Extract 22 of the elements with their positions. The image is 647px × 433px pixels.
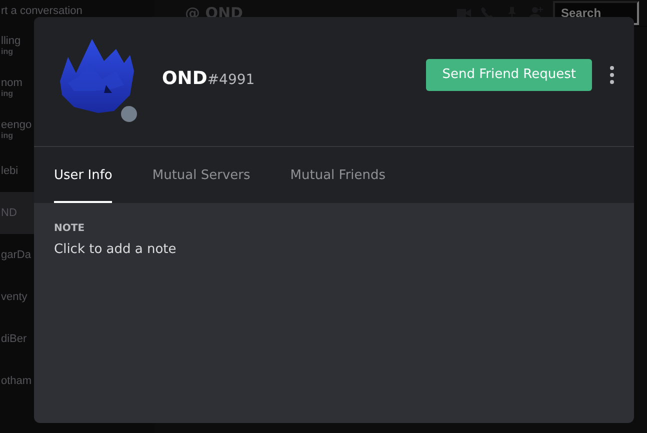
conversation-name[interactable]: ND [1,207,17,219]
conversation-status: ing [1,88,13,98]
profile-tab[interactable]: Mutual Friends [290,147,386,203]
conversation-name[interactable]: lling [1,34,21,46]
note-label: NOTE [54,223,86,234]
conversation-name[interactable]: nom [1,76,22,88]
username: OND#4991 [162,68,256,89]
conversation-name[interactable]: lebi [1,165,18,177]
send-friend-request-button[interactable]: Send Friend Request [426,58,592,90]
profile-tab[interactable]: User Info [54,147,112,203]
conversation-name[interactable]: garDa [1,249,31,261]
more-options-icon[interactable] [610,66,614,84]
profile-tab[interactable]: Mutual Servers [152,147,250,203]
conversation-status: ing [1,130,13,140]
conversation-status: ing [1,46,13,56]
conversation-name[interactable]: venty [1,291,28,303]
conversation-name[interactable]: eengo [1,118,32,130]
note-field[interactable]: Click to add a note [54,242,354,264]
video-camera-icon[interactable] [457,6,471,20]
conversation-name[interactable]: rt a conversation [1,5,82,17]
conversation-name[interactable]: diBer [1,333,27,345]
conversation-name[interactable]: otham [1,375,32,387]
